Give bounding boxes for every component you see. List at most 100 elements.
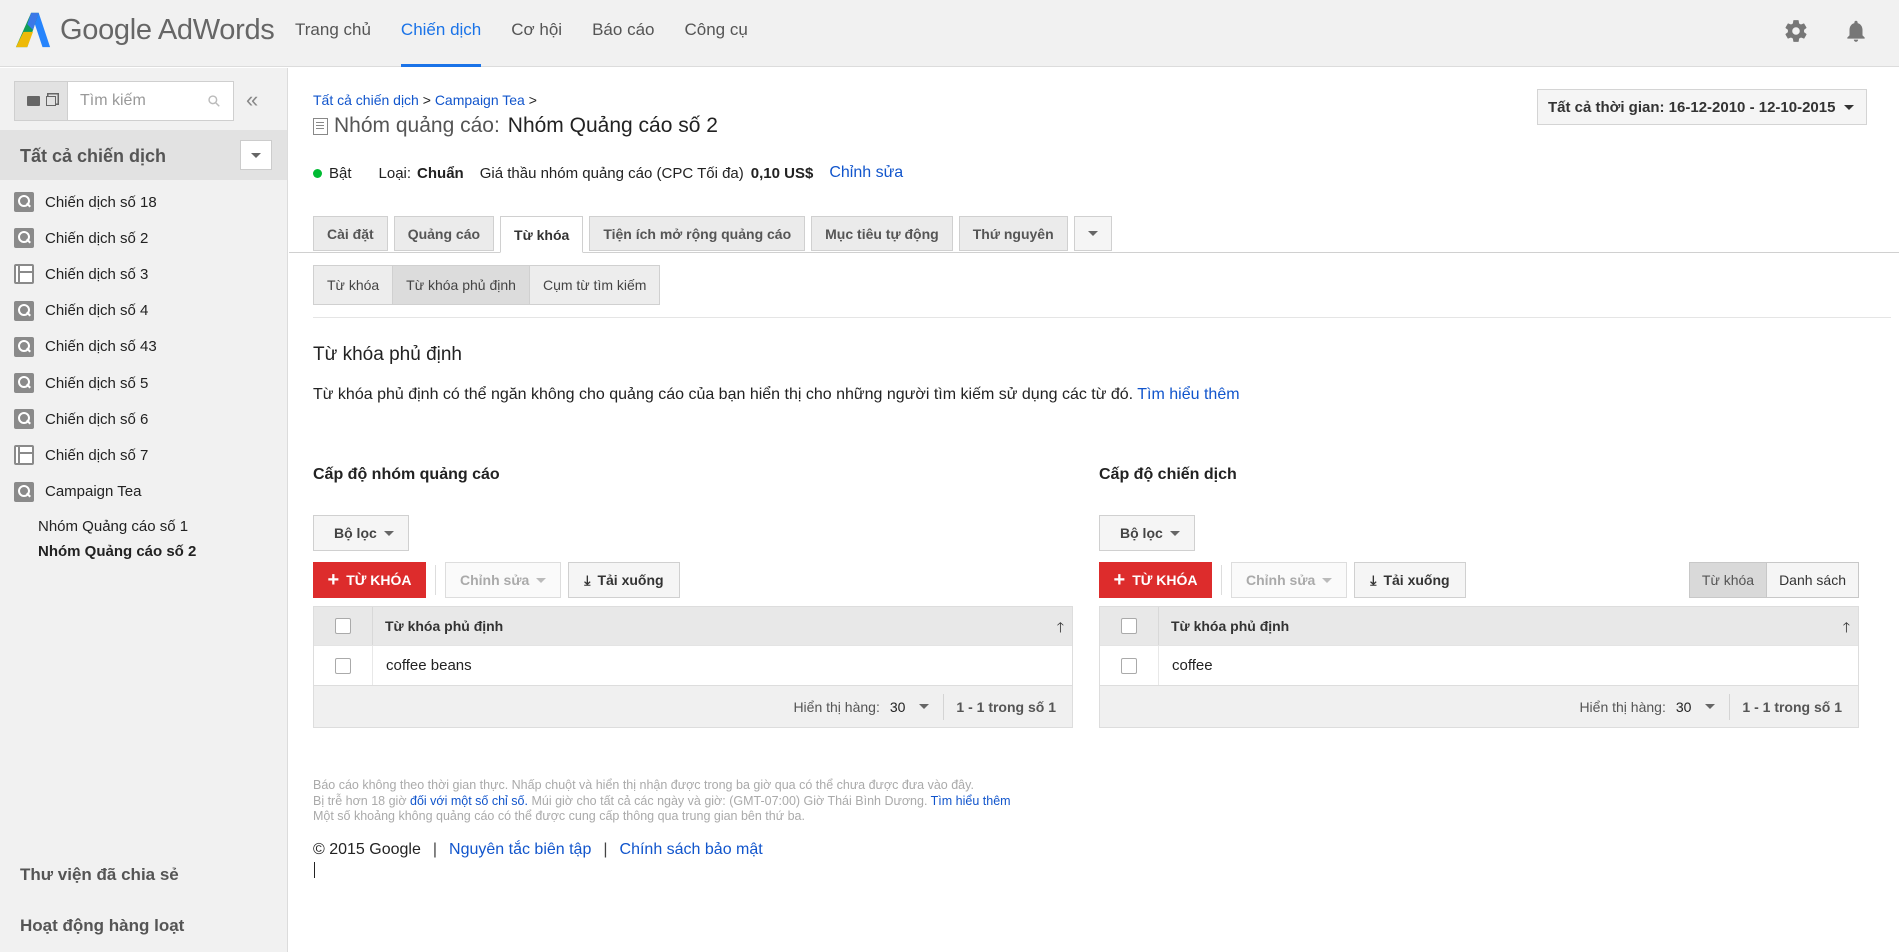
- edit-bid-link[interactable]: Chỉnh sửa: [829, 164, 903, 182]
- adwords-logo[interactable]: Google AdWords: [14, 11, 275, 49]
- report-footnote: Báo cáo không theo thời gian thực. Nhấp …: [313, 778, 1011, 825]
- bell-icon[interactable]: [1843, 18, 1869, 44]
- keyword-cell[interactable]: coffee: [1159, 657, 1213, 674]
- copy-icon[interactable]: [45, 96, 56, 106]
- keyword-cell[interactable]: coffee beans: [373, 657, 472, 674]
- nav-home[interactable]: Trang chủ: [280, 0, 386, 67]
- tab-dimensions[interactable]: Thứ nguyên: [958, 216, 1068, 251]
- rows-per-page-select[interactable]: 30: [890, 699, 930, 715]
- panel-title: Cấp độ chiến dịch: [1099, 466, 1237, 483]
- subtab-keywords[interactable]: Từ khóa: [314, 266, 394, 304]
- bid-label: Giá thầu nhóm quảng cáo (CPC Tối đa): [479, 164, 744, 182]
- sidebar-campaign-item[interactable]: Campaign Tea: [0, 474, 287, 510]
- rows-per-page-select[interactable]: 30: [1676, 699, 1716, 715]
- chevron-down-icon: [1169, 530, 1180, 536]
- tab-auto-targets[interactable]: Mục tiêu tự động: [811, 216, 953, 251]
- toggle-keywords[interactable]: Từ khóa: [1689, 563, 1768, 597]
- pagination-range: 1 - 1 trong số 1: [1742, 698, 1842, 715]
- logo-text: Google AdWords: [60, 13, 275, 46]
- subtab-search-terms[interactable]: Cụm từ tìm kiếm: [529, 266, 660, 304]
- table-header: Từ khóa phủ định 🡑: [314, 607, 1072, 645]
- download-label: Tải xuống: [597, 572, 664, 588]
- filter-button[interactable]: Bộ lọc: [1099, 515, 1195, 551]
- folder-icon[interactable]: [26, 96, 40, 106]
- sidebar-campaign-item[interactable]: Chiến dịch số 18: [0, 184, 287, 220]
- add-keyword-button[interactable]: + TỪ KHÓA: [1099, 562, 1212, 598]
- campaign-label: Chiến dịch số 2: [45, 229, 149, 247]
- editorial-guidelines-link[interactable]: Nguyên tắc biên tập: [449, 841, 591, 859]
- ad-group-status-row: Bật Loại: Chuẩn Giá thầu nhóm quảng cáo …: [313, 164, 903, 182]
- breadcrumb-campaign[interactable]: Campaign Tea: [435, 92, 525, 108]
- filter-button[interactable]: Bộ lọc: [313, 515, 409, 551]
- copyright-text: © 2015 Google: [313, 841, 421, 858]
- select-all-cell: [1100, 607, 1159, 645]
- download-button[interactable]: ⤓ Tải xuống: [1354, 562, 1466, 598]
- nav-reports[interactable]: Báo cáo: [577, 0, 669, 67]
- select-all-checkbox[interactable]: [1121, 618, 1137, 634]
- sort-ascending-icon[interactable]: 🡑: [1843, 617, 1850, 641]
- add-keyword-button[interactable]: + TỪ KHÓA: [313, 562, 426, 598]
- sidebar-adgroup-item-active[interactable]: Nhóm Quảng cáo số 2: [0, 539, 287, 564]
- type-value: Chuẩn: [417, 164, 464, 182]
- bulk-operations-link[interactable]: Hoạt động hàng loạt: [20, 916, 184, 936]
- sidebar-campaign-item[interactable]: Chiến dịch số 6: [0, 401, 287, 437]
- page-footer: © 2015 Google | Nguyên tắc biên tập | Ch…: [313, 841, 763, 859]
- all-campaigns-dropdown[interactable]: [240, 140, 272, 170]
- shared-library-link[interactable]: Thư viện đã chia sẻ: [20, 865, 179, 885]
- sidebar-campaign-item[interactable]: Chiến dịch số 4: [0, 293, 287, 329]
- sidebar-campaign-item[interactable]: Chiến dịch số 7: [0, 437, 287, 473]
- footnote-text: Múi giờ cho tất cả các ngày và giờ: (GMT…: [531, 793, 928, 808]
- tab-ad-extensions[interactable]: Tiện ích mở rộng quảng cáo: [589, 216, 806, 251]
- select-all-checkbox[interactable]: [335, 618, 351, 634]
- chevron-down-icon: [1322, 577, 1333, 583]
- keyword-list-toggle: Từ khóa Danh sách: [1688, 562, 1859, 598]
- sidebar-campaign-item[interactable]: Chiến dịch số 3: [0, 256, 287, 292]
- breadcrumb-all-campaigns[interactable]: Tất cả chiến dịch: [313, 92, 419, 108]
- gear-icon[interactable]: [1783, 18, 1809, 44]
- sidebar-campaign-item[interactable]: Chiến dịch số 2: [0, 220, 287, 256]
- nav-opportunities[interactable]: Cơ hội: [496, 0, 577, 67]
- tab-settings[interactable]: Cài đặt: [313, 216, 388, 251]
- tab-ads[interactable]: Quảng cáo: [393, 216, 495, 251]
- learn-more-link[interactable]: Tìm hiểu thêm: [1137, 386, 1239, 403]
- edit-button-disabled[interactable]: Chỉnh sửa: [1231, 562, 1348, 598]
- rows-per-page-label: Hiển thị hàng:: [793, 698, 880, 715]
- edit-button-disabled[interactable]: Chỉnh sửa: [445, 562, 562, 598]
- date-range-selector[interactable]: Tất cả thời gian: 16-12-2010 - 12-10-201…: [1537, 89, 1867, 125]
- sidebar-view-toggle[interactable]: [14, 81, 68, 121]
- timezone-learn-more-link[interactable]: Tìm hiểu thêm: [931, 794, 1011, 808]
- column-header[interactable]: Từ khóa phủ định: [1159, 618, 1289, 634]
- tab-keywords[interactable]: Từ khóa: [500, 216, 584, 253]
- sidebar-campaign-item[interactable]: Chiến dịch số 43: [0, 329, 287, 365]
- chevron-down-icon: [919, 704, 930, 709]
- sidebar-adgroup-item[interactable]: Nhóm Quảng cáo số 1: [0, 514, 287, 539]
- all-campaigns-label: Tất cả chiến dịch: [20, 146, 167, 166]
- toggle-lists[interactable]: Danh sách: [1767, 563, 1858, 597]
- sidebar-search-input[interactable]: [80, 92, 200, 110]
- collapse-sidebar-icon[interactable]: «: [246, 87, 258, 113]
- nav-tools[interactable]: Công cụ: [669, 0, 762, 67]
- search-display-icon: [14, 192, 34, 213]
- chevron-down-icon: [536, 577, 547, 583]
- subtab-negative-keywords[interactable]: Từ khóa phủ định: [393, 266, 530, 304]
- search-icon[interactable]: [207, 94, 221, 108]
- nav-campaigns[interactable]: Chiến dịch: [386, 0, 496, 67]
- download-button[interactable]: ⤓ Tải xuống: [568, 562, 680, 598]
- campaign-level-panel: Cấp độ chiến dịch Bộ lọc + TỪ KHÓA Chỉnh…: [1099, 466, 1859, 728]
- column-header[interactable]: Từ khóa phủ định: [373, 618, 503, 634]
- footer-separator: |: [432, 841, 438, 858]
- more-tabs-button[interactable]: [1073, 216, 1112, 251]
- chevron-down-icon: [1087, 231, 1098, 236]
- add-keyword-label: TỪ KHÓA: [1132, 572, 1198, 588]
- all-campaigns-header[interactable]: Tất cả chiến dịch: [0, 130, 287, 180]
- campaign-label: Chiến dịch số 7: [45, 446, 149, 464]
- footer-separator: [1729, 693, 1731, 720]
- download-icon: ⤓: [584, 571, 591, 588]
- sort-ascending-icon[interactable]: 🡑: [1057, 617, 1064, 641]
- privacy-policy-link[interactable]: Chính sách bảo mật: [620, 841, 763, 859]
- sidebar-campaign-item[interactable]: Chiến dịch số 5: [0, 365, 287, 401]
- row-checkbox[interactable]: [1121, 657, 1137, 674]
- some-metrics-link[interactable]: đối với một số chỉ số.: [410, 794, 528, 808]
- row-checkbox[interactable]: [335, 657, 351, 674]
- section-title: Từ khóa phủ định: [313, 344, 462, 365]
